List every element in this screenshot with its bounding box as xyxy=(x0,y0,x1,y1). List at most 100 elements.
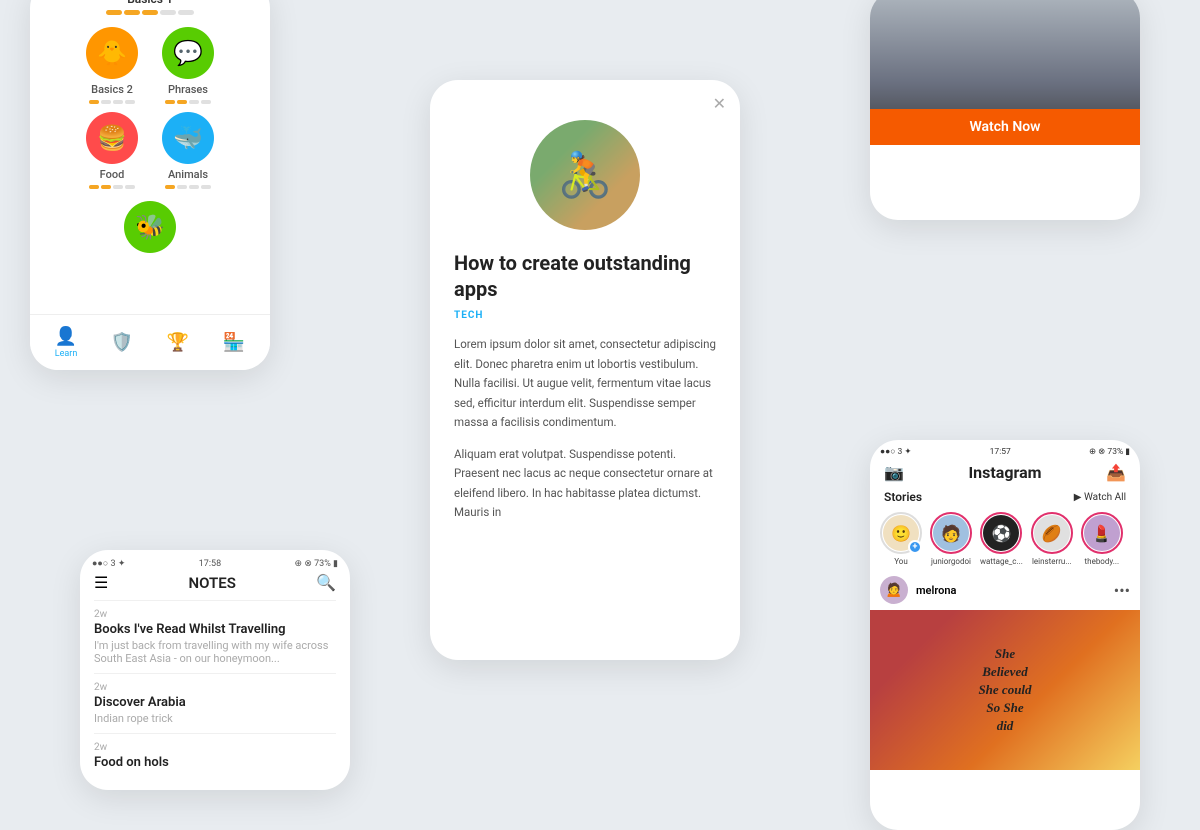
more-options-icon[interactable]: ••• xyxy=(1114,581,1130,600)
ig-time: 17:57 xyxy=(990,447,1011,457)
story-label-3: leinsterru... xyxy=(1032,557,1072,566)
article-card: ✕ 🚴 How to create outstanding apps TECH … xyxy=(430,80,740,660)
watch-now-button[interactable]: Watch Now xyxy=(870,109,1140,145)
notes-list: 2w Books I've Read Whilst Travelling I'm… xyxy=(80,600,350,780)
article-tag: TECH xyxy=(454,310,716,321)
article-avatar-wrap: 🚴 xyxy=(430,80,740,230)
mystery-item[interactable]: 🐝 xyxy=(124,201,176,253)
notes-item-2-title: Discover Arabia xyxy=(94,695,336,710)
article-para2: Aliquam erat volutpat. Suspendisse poten… xyxy=(454,445,716,523)
story-label-1: juniorgodoi xyxy=(931,557,971,566)
story-ring-4: 💄 xyxy=(1081,512,1123,554)
nav-shield[interactable]: 🏆 xyxy=(167,332,189,353)
learn-icon: 👤 xyxy=(55,326,77,347)
notes-header: ☰ NOTES 🔍 xyxy=(80,573,350,600)
story-avatar-3: 🏉 xyxy=(1034,515,1070,551)
basics2-label: Basics 2 xyxy=(91,83,133,96)
duolingo-card: Basics 1 🐥 Basics 2 💬 Phrases xyxy=(30,0,270,370)
notes-item-2[interactable]: 2w Discover Arabia Indian rope trick xyxy=(94,673,336,733)
basics2-icon: 🐥 xyxy=(86,27,138,79)
article-para1: Lorem ipsum dolor sit amet, consectetur … xyxy=(454,335,716,433)
notes-item-3[interactable]: 2w Food on hols xyxy=(94,733,336,780)
basics2-item[interactable]: 🐥 Basics 2 xyxy=(86,27,138,104)
watch-all-button[interactable]: ▶ Watch All xyxy=(1074,492,1126,503)
story-ring-1: 🧑 xyxy=(930,512,972,554)
phrases-item[interactable]: 💬 Phrases xyxy=(162,27,214,104)
nav-shop[interactable]: 🏪 xyxy=(223,332,245,353)
phrases-progress xyxy=(165,100,211,104)
food-icon: 🍔 xyxy=(86,112,138,164)
statusbar-battery: ⊕ ⊗ 73% ▮ xyxy=(295,559,338,569)
article-title: How to create outstanding apps xyxy=(454,250,716,302)
article-body: How to create outstanding apps TECH Lore… xyxy=(430,250,740,559)
row-basics2-phrases: 🐥 Basics 2 💬 Phrases xyxy=(86,27,214,104)
bee-icon: 🐝 xyxy=(124,201,176,253)
animals-icon: 🐳 xyxy=(162,112,214,164)
nav-learn[interactable]: 👤 Learn xyxy=(55,326,78,359)
story-wattage[interactable]: ⚽ wattage_c... xyxy=(980,512,1023,566)
basics1-label: Basics 1 xyxy=(127,0,173,6)
notes-item-1-age: 2w xyxy=(94,609,336,620)
food-item[interactable]: 🍔 Food xyxy=(86,112,138,189)
story-avatar-4: 💄 xyxy=(1084,515,1120,551)
shield-icon: 🏆 xyxy=(167,332,189,353)
notes-item-3-age: 2w xyxy=(94,742,336,753)
ig-signal: ●●○ 3 ✦ xyxy=(880,446,912,457)
send-icon[interactable]: 📤 xyxy=(1106,463,1126,482)
notes-title: NOTES xyxy=(108,574,316,592)
food-progress xyxy=(89,185,135,189)
ig-post-image: SheBelievedShe couldSo Shedid xyxy=(870,610,1140,770)
video-thumbnail: Watch Now xyxy=(870,0,1140,145)
story-label-you: You xyxy=(894,557,908,566)
article-avatar: 🚴 xyxy=(530,120,640,230)
ig-post-username: melrona xyxy=(916,584,956,597)
story-leinster[interactable]: 🏉 leinsterru... xyxy=(1031,512,1073,566)
mug-text: SheBelievedShe couldSo Shedid xyxy=(978,645,1031,736)
animals-item[interactable]: 🐳 Animals xyxy=(162,112,214,189)
notes-item-2-age: 2w xyxy=(94,682,336,693)
story-avatar-2: ⚽ xyxy=(983,515,1019,551)
animals-label: Animals xyxy=(168,168,208,181)
shop-icon: 🏪 xyxy=(223,332,245,353)
basics2-progress xyxy=(89,100,135,104)
search-icon[interactable]: 🔍 xyxy=(316,573,336,592)
ig-statusbar: ●●○ 3 ✦ 17:57 ⊕ ⊗ 73% ▮ xyxy=(870,440,1140,459)
notes-item-3-title: Food on hols xyxy=(94,755,336,770)
hamburger-icon[interactable]: ☰ xyxy=(94,573,108,592)
story-you[interactable]: 🙂 + You xyxy=(880,512,922,566)
stories-label: Stories xyxy=(884,490,922,504)
avatar-image: 🚴 xyxy=(530,120,640,230)
statusbar-time: 17:58 xyxy=(199,559,221,569)
notes-item-1[interactable]: 2w Books I've Read Whilst Travelling I'm… xyxy=(94,600,336,673)
phrases-label: Phrases xyxy=(168,83,208,96)
nav-learn-label: Learn xyxy=(55,349,78,359)
notes-item-1-title: Books I've Read Whilst Travelling xyxy=(94,622,336,637)
duo-navbar: 👤 Learn 🛡️ 🏆 🏪 xyxy=(30,314,270,370)
notes-statusbar: ●●○ 3 ✦ 17:58 ⊕ ⊗ 73% ▮ xyxy=(80,550,350,573)
bee-row: 🐝 xyxy=(124,201,176,253)
story-label-2: wattage_c... xyxy=(980,557,1023,566)
story-label-4: thebody... xyxy=(1085,557,1120,566)
ig-logo: Instagram xyxy=(968,463,1041,482)
notes-card: ●●○ 3 ✦ 17:58 ⊕ ⊗ 73% ▮ ☰ NOTES 🔍 2w Boo… xyxy=(80,550,350,790)
video-card: Watch Now xyxy=(870,0,1140,220)
story-ring-2: ⚽ xyxy=(980,512,1022,554)
ig-post-header: 🙍 melrona ••• xyxy=(870,570,1140,610)
ig-post-user: 🙍 melrona xyxy=(880,576,956,604)
story-thebody[interactable]: 💄 thebody... xyxy=(1081,512,1123,566)
statusbar-signal: ●●○ 3 ✦ xyxy=(92,558,125,569)
story-juniorgodoi[interactable]: 🧑 juniorgodoi xyxy=(930,512,972,566)
nav-heart[interactable]: 🛡️ xyxy=(111,332,133,353)
animals-progress xyxy=(165,185,211,189)
phrases-icon: 💬 xyxy=(162,27,214,79)
ig-battery: ⊕ ⊗ 73% ▮ xyxy=(1089,447,1130,457)
basics1-progress xyxy=(106,10,194,15)
camera-icon[interactable]: 📷 xyxy=(884,463,904,482)
story-avatar-1: 🧑 xyxy=(933,515,969,551)
story-ring-you: 🙂 + xyxy=(880,512,922,554)
ig-stories-bar: 🙂 + You 🧑 juniorgodoi ⚽ wattage_c... 🏉 l… xyxy=(870,508,1140,570)
row-food-animals: 🍔 Food 🐳 Animals xyxy=(86,112,214,189)
instagram-card: ●●○ 3 ✦ 17:57 ⊕ ⊗ 73% ▮ 📷 Instagram 📤 St… xyxy=(870,440,1140,830)
ig-header: 📷 Instagram 📤 xyxy=(870,459,1140,488)
close-button[interactable]: ✕ xyxy=(713,94,726,113)
